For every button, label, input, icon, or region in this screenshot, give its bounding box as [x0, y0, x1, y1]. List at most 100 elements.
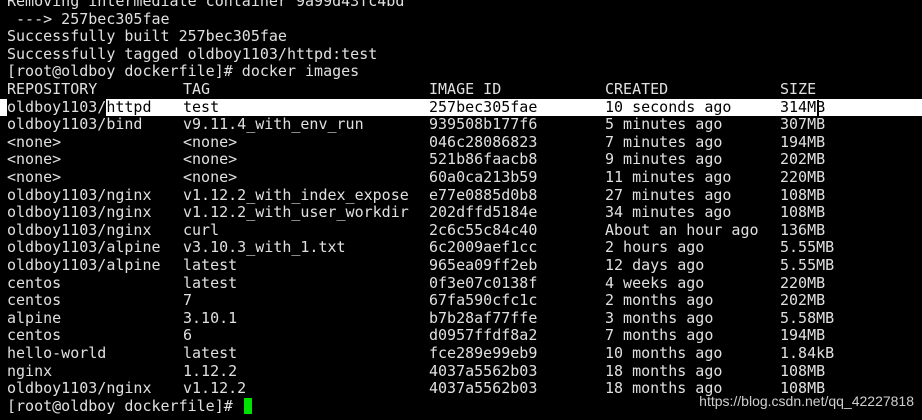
created-cell: 2 months ago — [605, 291, 714, 310]
tag-cell: v9.11.4_with_env_run — [183, 115, 364, 134]
table-row[interactable]: oldboy1103/nginx v1.12.2_with_index_expo… — [0, 185, 922, 205]
watermark: https://blog.csdn.net/qq_42227818 — [699, 393, 914, 409]
tag-cell: 7 — [183, 291, 193, 310]
table-row[interactable]: oldboy1103/nginx v1.12.2_with_user_workd… — [0, 204, 922, 222]
table-header: REPOSITORY TAG IMAGE ID CREATED SIZE — [0, 80, 922, 99]
repository-cell: oldboy1103/nginx — [7, 203, 152, 222]
table-row[interactable]: oldboy1103/alpine latest 965ea09ff2eb 12… — [0, 256, 922, 275]
created-cell: 12 days ago — [605, 256, 705, 274]
repository-cell: centos — [7, 326, 62, 345]
created-cell: 2 hours ago — [605, 238, 705, 257]
table-row[interactable]: <none> <none> 046c28086823 7 minutes ago… — [0, 132, 922, 152]
repository-cell: hello-world — [7, 344, 107, 362]
repository-lead-text: oldboy1103/ — [7, 97, 107, 116]
command-line: [root@oldboy dockerfile]# docker images — [7, 62, 360, 81]
created-cell: 10 months ago — [605, 344, 723, 362]
created-cell: 7 months ago — [605, 326, 714, 345]
repository-cell: oldboy1103/alpine — [7, 256, 161, 274]
tag-cell: latest — [183, 344, 238, 362]
table-row[interactable]: hello-world latest fce289e99eb9 10 month… — [0, 344, 922, 363]
repository-cell: oldboy1103/httpd — [7, 97, 152, 117]
table-row[interactable]: nginx 1.12.2 4037a5562b03 18 months ago … — [0, 361, 922, 381]
size-cell: 5.55MB — [780, 256, 835, 274]
image-id-cell: 939508b177f6 — [429, 115, 538, 134]
table-row[interactable]: centos latest 0f3e07c0138f 4 weeks ago 2… — [0, 273, 922, 293]
table-row-selected[interactable]: oldboy1103/httpd test 257bec305fae 10 se… — [0, 97, 922, 117]
prompt-line[interactable]: [root@oldboy dockerfile]# — [7, 396, 252, 416]
size-cell: 108MB — [780, 203, 826, 222]
tag-cell: 6 — [183, 326, 193, 345]
shell-prompt: [root@oldboy dockerfile]# — [7, 396, 242, 415]
table-row[interactable]: <none> <none> 521b86faacb8 9 minutes ago… — [0, 151, 922, 169]
repository-cell: centos — [7, 291, 62, 310]
created-cell: 5 minutes ago — [605, 115, 723, 134]
output-line: Removing intermediate container 9a99d43f… — [7, 0, 405, 10]
terminal-window[interactable]: Removing intermediate container 9a99d43f… — [0, 0, 922, 420]
header-tag: TAG — [183, 80, 211, 98]
size-cell: 220MB — [780, 273, 826, 292]
image-id-cell: 6c2009aef1cc — [429, 238, 538, 257]
output-line: ---> 257bec305fae — [7, 9, 170, 28]
image-id-cell: 521b86faacb8 — [429, 150, 538, 169]
size-cell: 202MB — [780, 150, 826, 169]
created-cell: 7 minutes ago — [605, 132, 723, 151]
repository-cell: <none> — [7, 132, 62, 151]
image-id-cell: 60a0ca213b59 — [429, 168, 538, 186]
repository-cell: alpine — [7, 308, 62, 327]
image-id-cell: fce289e99eb9 — [429, 344, 538, 362]
tag-cell: latest — [183, 256, 238, 274]
created-cell: 3 months ago — [605, 308, 714, 327]
tag-cell: v1.12.2_with_user_workdir — [183, 203, 409, 222]
tag-cell: <none> — [183, 150, 238, 169]
repository-cell: oldboy1103/nginx — [7, 220, 152, 239]
created-cell: 10 seconds ago — [605, 97, 732, 116]
output-line: Successfully tagged oldboy1103/httpd:tes… — [7, 44, 378, 63]
image-id-cell: 67fa590cfc1c — [429, 291, 538, 310]
table-row[interactable]: centos 7 67fa590cfc1c 2 months ago 202MB — [0, 292, 922, 310]
tag-cell: v1.12.2_with_index_expose — [183, 185, 409, 204]
tag-cell: curl — [183, 220, 220, 239]
image-id-cell: 965ea09ff2eb — [429, 256, 538, 274]
tag-cell: <none> — [183, 132, 238, 151]
image-id-cell: b7b28af77ffe — [429, 308, 538, 327]
size-cell: 202MB — [780, 291, 826, 310]
size-cell: 136MB — [780, 220, 826, 239]
created-cell: 4 weeks ago — [605, 273, 705, 292]
created-cell: About an hour ago — [605, 220, 759, 239]
size-cell: 5.58MB — [780, 308, 835, 327]
table-row[interactable]: oldboy1103/alpine v3.10.3_with_1.txt 6c2… — [0, 239, 922, 257]
image-id-cell: 202dffd5184e — [429, 203, 538, 222]
output-line: Successfully built 257bec305fae — [7, 27, 287, 46]
header-created: CREATED — [605, 80, 669, 98]
image-id-cell: 4037a5562b03 — [429, 379, 538, 398]
created-cell: 9 minutes ago — [605, 150, 723, 169]
tag-cell: test — [183, 97, 220, 116]
repository-cell: nginx — [7, 361, 53, 380]
table-row[interactable]: oldboy1103/bind v9.11.4_with_env_run 939… — [0, 116, 922, 134]
image-id-cell: 2c6c55c84c40 — [429, 220, 538, 239]
created-cell: 27 minutes ago — [605, 185, 732, 204]
table-row[interactable]: centos 6 d0957ffdf8a2 7 months ago 194MB — [0, 327, 922, 345]
selected-text[interactable]: httpd — [106, 98, 151, 116]
size-cell: 220MB — [780, 168, 826, 186]
repository-cell: oldboy1103/bind — [7, 115, 143, 134]
repository-cell: oldboy1103/alpine — [7, 238, 161, 257]
table-row[interactable]: <none> <none> 60a0ca213b59 11 minutes ag… — [0, 168, 922, 187]
created-cell: 18 months ago — [605, 361, 723, 380]
image-id-cell: 0f3e07c0138f — [429, 273, 538, 292]
repository-cell: oldboy1103/nginx — [7, 379, 152, 398]
size-cell: 108MB — [780, 361, 826, 380]
tag-cell: v3.10.3_with_1.txt — [183, 238, 346, 257]
image-id-cell: d0957ffdf8a2 — [429, 326, 538, 345]
size-cell: 108MB — [780, 185, 826, 204]
table-row[interactable]: alpine 3.10.1 b7b28af77ffe 3 months ago … — [0, 308, 922, 328]
tag-cell: latest — [183, 273, 238, 292]
ibeam-cursor-icon — [817, 100, 819, 118]
tag-cell: v1.12.2 — [183, 379, 247, 398]
size-cell: 194MB — [780, 326, 826, 345]
image-id-cell: 4037a5562b03 — [429, 361, 538, 380]
created-cell: 11 minutes ago — [605, 168, 732, 186]
size-cell: 5.55MB — [780, 238, 835, 257]
header-size: SIZE — [780, 80, 817, 98]
table-row[interactable]: oldboy1103/nginx curl 2c6c55c84c40 About… — [0, 220, 922, 240]
